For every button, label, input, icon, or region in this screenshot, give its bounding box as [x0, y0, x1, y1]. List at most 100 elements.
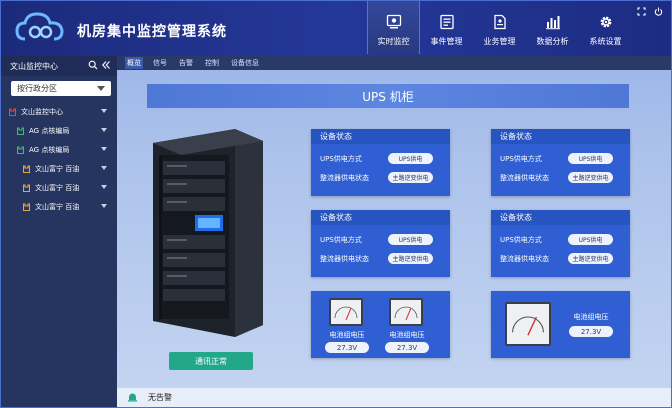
ups-cabinet-image: [153, 129, 263, 337]
site-orange-icon: [23, 183, 30, 192]
gear-icon: [600, 16, 611, 28]
chevron-down-icon[interactable]: [101, 109, 107, 113]
card-head: 设备状态: [491, 210, 630, 225]
tab-device-info[interactable]: 设备信息: [229, 57, 261, 69]
voltage-value: 27.3V: [325, 342, 369, 353]
nav-business-management[interactable]: 业务管理: [473, 1, 526, 54]
card-row-label: 整流器供电状态: [320, 255, 369, 263]
chevron-down-icon[interactable]: [101, 166, 107, 170]
window-controls: [637, 7, 663, 16]
tab-alarm[interactable]: 告警: [177, 57, 195, 69]
tree-item-label: 文山富宁 百油: [35, 202, 80, 211]
system-title: 机房集中监控管理系统: [77, 24, 227, 40]
alarm-status-text: 无告警: [148, 393, 172, 402]
tab-signal[interactable]: 信号: [151, 57, 169, 69]
device-status-card: 设备状态 UPS供电方式 UPS供电 整流器供电状态 主路逆变供电: [311, 210, 450, 277]
meter-label: 电池组电压: [329, 331, 365, 339]
app-window: 机房集中监控管理系统 实时监控 事件管理 业务管理 数据分析 系统设置 文山监控…: [0, 0, 672, 408]
card-row-label: UPS供电方式: [500, 236, 542, 244]
tree-item-label: 文山富宁 百油: [35, 164, 80, 173]
region-select-value: 按行政分区: [17, 84, 57, 93]
tree-item-label: AG 点核编局: [29, 145, 70, 154]
tree-item[interactable]: 文山富宁 百油: [1, 178, 117, 197]
bar-chart-icon: [545, 16, 560, 30]
tab-control[interactable]: 控制: [203, 57, 221, 69]
nav-system-settings[interactable]: 系统设置: [579, 1, 632, 54]
card-row-label: 整流器供电状态: [320, 174, 369, 182]
nav-event-management[interactable]: 事件管理: [420, 1, 473, 54]
site-green-icon: [17, 126, 24, 135]
tree-item[interactable]: AG 点核编局: [1, 121, 117, 140]
search-icon[interactable]: [88, 60, 98, 70]
tree-item-label: AG 点核编局: [29, 126, 70, 135]
site-tree: 文山监控中心 AG 点核编局 AG 点核编局 文山富宁 百油 文山富宁 百油 文…: [1, 102, 117, 216]
status-bar: 无告警: [117, 388, 671, 407]
tree-item[interactable]: 文山监控中心: [1, 102, 117, 121]
chevron-down-icon: [97, 86, 105, 91]
fullscreen-icon[interactable]: [637, 7, 646, 16]
value-pill: 主路逆变供电: [388, 253, 433, 264]
voltage-value: 27.3V: [569, 326, 613, 337]
value-pill: UPS供电: [568, 153, 613, 164]
tree-item[interactable]: AG 点核编局: [1, 140, 117, 159]
top-nav: 实时监控 事件管理 业务管理 数据分析 系统设置: [367, 1, 632, 56]
panel-title: UPS 机柜: [147, 84, 629, 108]
tree-item[interactable]: 文山富宁 百油: [1, 159, 117, 178]
nav-label: 系统设置: [589, 37, 622, 46]
power-icon[interactable]: [654, 7, 663, 16]
collapse-icon[interactable]: [101, 60, 111, 70]
nav-label: 业务管理: [483, 37, 516, 46]
device-status-card: 设备状态 UPS供电方式 UPS供电 整流器供电状态 主路逆变供电: [311, 129, 450, 196]
voltmeter-icon: [505, 302, 551, 346]
device-status-card: 设备状态 UPS供电方式 UPS供电 整流器供电状态 主路逆变供电: [491, 129, 630, 196]
sidebar-header: 文山监控中心: [1, 56, 117, 76]
site-green-icon: [17, 145, 24, 154]
comm-status-button[interactable]: 通讯正常: [169, 352, 253, 370]
voltmeter-icon: [329, 298, 363, 326]
tab-overview[interactable]: 概览: [125, 57, 143, 69]
nav-label: 事件管理: [430, 37, 463, 46]
value-pill: UPS供电: [568, 234, 613, 245]
value-pill: UPS供电: [388, 153, 433, 164]
header: 机房集中监控管理系统 实时监控 事件管理 业务管理 数据分析 系统设置: [1, 1, 671, 56]
nav-label: 实时监控: [377, 37, 410, 46]
site-orange-icon: [23, 164, 30, 173]
main-panel: UPS 机柜 通讯正常 设备状态 UPS供电方式 UPS供电 整流器供电状态 主…: [117, 70, 671, 388]
tree-item[interactable]: 文山富宁 百油: [1, 197, 117, 216]
meter-label: 电池组电压: [389, 331, 425, 339]
nav-data-analysis[interactable]: 数据分析: [526, 1, 579, 54]
chevron-down-icon[interactable]: [101, 147, 107, 151]
value-pill: UPS供电: [388, 234, 433, 245]
chevron-down-icon[interactable]: [101, 204, 107, 208]
value-pill: 主路逆变供电: [568, 172, 613, 183]
document-icon: [493, 14, 506, 30]
chevron-down-icon[interactable]: [101, 128, 107, 132]
card-head: 设备状态: [311, 129, 450, 144]
sidebar: 文山监控中心 按行政分区 文山监控中心 AG 点核编局 AG 点核编局 文山富宁…: [1, 56, 117, 407]
card-row-label: UPS供电方式: [320, 155, 362, 163]
meter-label: 电池组电压: [573, 313, 609, 321]
site-orange-icon: [23, 202, 30, 211]
device-status-card: 设备状态 UPS供电方式 UPS供电 整流器供电状态 主路逆变供电: [491, 210, 630, 277]
tab-bar: 概览 信号 告警 控制 设备信息: [117, 56, 671, 70]
region-select[interactable]: 按行政分区: [11, 81, 111, 96]
chevron-down-icon[interactable]: [101, 185, 107, 189]
value-pill: 主路逆变供电: [568, 253, 613, 264]
voltage-value: 27.3V: [385, 342, 429, 353]
site-red-icon: [9, 107, 16, 116]
sidebar-title: 文山监控中心: [10, 61, 58, 71]
tree-item-label: 文山监控中心: [21, 107, 63, 116]
battery-voltage-card: 电池组电压 27.3V: [491, 291, 630, 358]
card-row-label: UPS供电方式: [320, 236, 362, 244]
card-head: 设备状态: [311, 210, 450, 225]
event-list-icon: [439, 14, 454, 30]
card-head: 设备状态: [491, 129, 630, 144]
bell-icon: [128, 393, 137, 402]
cloud-logo-icon: [15, 12, 64, 41]
voltmeter-icon: [389, 298, 423, 326]
monitor-icon: [386, 14, 401, 29]
nav-realtime-monitor[interactable]: 实时监控: [367, 1, 420, 54]
card-row-label: 整流器供电状态: [500, 174, 549, 182]
value-pill: 主路逆变供电: [388, 172, 433, 183]
card-row-label: UPS供电方式: [500, 155, 542, 163]
